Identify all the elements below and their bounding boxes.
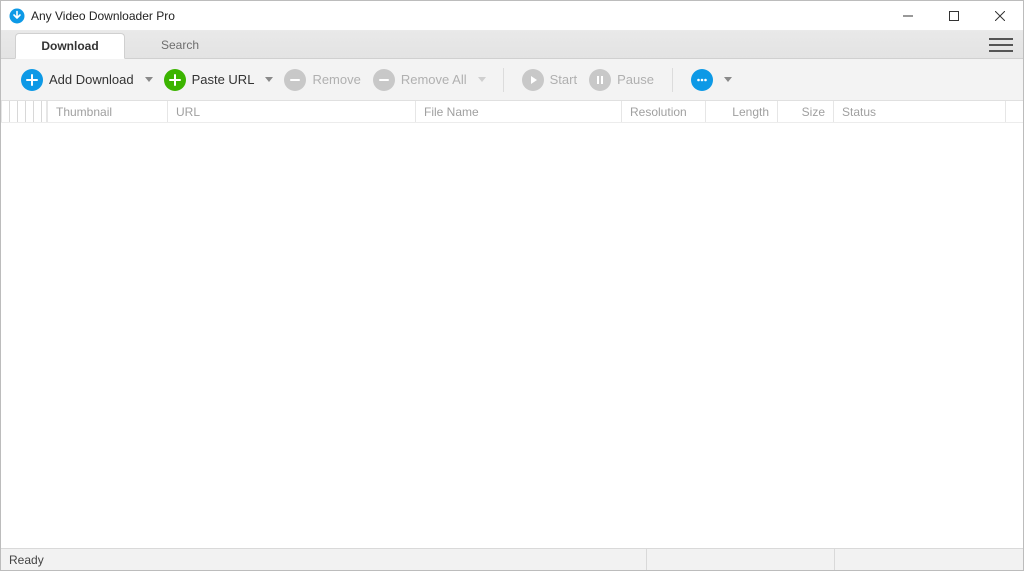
app-title: Any Video Downloader Pro bbox=[31, 9, 175, 23]
column-resolution[interactable]: Resolution bbox=[621, 101, 705, 122]
column-thumbnail[interactable]: Thumbnail bbox=[47, 101, 167, 122]
start-label: Start bbox=[550, 72, 577, 87]
column-headers: Thumbnail URL File Name Resolution Lengt… bbox=[1, 101, 1023, 123]
tab-search[interactable]: Search bbox=[125, 32, 235, 58]
paste-url-dropdown[interactable] bbox=[262, 65, 276, 95]
column-size[interactable]: Size bbox=[777, 101, 833, 122]
paste-url-button[interactable]: Paste URL bbox=[160, 65, 259, 95]
status-text: Ready bbox=[9, 553, 44, 567]
app-window: Any Video Downloader Pro Download Search bbox=[0, 0, 1024, 571]
pause-button[interactable]: Pause bbox=[585, 65, 658, 95]
title-bar: Any Video Downloader Pro bbox=[1, 1, 1023, 31]
column-status[interactable]: Status bbox=[833, 101, 1005, 122]
add-download-button[interactable]: Add Download bbox=[17, 65, 138, 95]
remove-label: Remove bbox=[312, 72, 360, 87]
close-button[interactable] bbox=[977, 1, 1023, 31]
add-download-label: Add Download bbox=[49, 72, 134, 87]
app-icon bbox=[9, 8, 25, 24]
pause-icon bbox=[589, 69, 611, 91]
menu-button[interactable] bbox=[989, 35, 1013, 55]
add-download-dropdown[interactable] bbox=[142, 65, 156, 95]
column-tail bbox=[1005, 101, 1023, 122]
status-bar: Ready bbox=[1, 548, 1023, 570]
paste-url-label: Paste URL bbox=[192, 72, 255, 87]
status-slot-2 bbox=[835, 549, 1023, 570]
remove-button[interactable]: Remove bbox=[280, 65, 364, 95]
column-size-label: Size bbox=[802, 105, 825, 119]
tab-download[interactable]: Download bbox=[15, 33, 125, 59]
toolbar-separator bbox=[503, 68, 504, 92]
more-icon bbox=[691, 69, 713, 91]
status-text-cell: Ready bbox=[1, 549, 647, 570]
toolbar: Add Download Paste URL Remove Remove All bbox=[1, 59, 1023, 101]
tab-strip: Download Search bbox=[1, 31, 1023, 59]
column-thumbnail-label: Thumbnail bbox=[56, 105, 112, 119]
status-slot-1 bbox=[647, 549, 835, 570]
column-length-label: Length bbox=[732, 105, 769, 119]
remove-all-button[interactable]: Remove All bbox=[369, 65, 471, 95]
column-length[interactable]: Length bbox=[705, 101, 777, 122]
minimize-button[interactable] bbox=[885, 1, 931, 31]
minus-icon bbox=[373, 69, 395, 91]
plus-icon bbox=[164, 69, 186, 91]
toolbar-separator bbox=[672, 68, 673, 92]
pause-label: Pause bbox=[617, 72, 654, 87]
more-dropdown[interactable] bbox=[721, 65, 735, 95]
plus-icon bbox=[21, 69, 43, 91]
column-filename[interactable]: File Name bbox=[415, 101, 621, 122]
column-status-label: Status bbox=[842, 105, 876, 119]
remove-all-dropdown[interactable] bbox=[475, 65, 489, 95]
column-resolution-label: Resolution bbox=[630, 105, 687, 119]
play-icon bbox=[522, 69, 544, 91]
tab-download-label: Download bbox=[41, 39, 98, 53]
column-filename-label: File Name bbox=[424, 105, 479, 119]
maximize-button[interactable] bbox=[931, 1, 977, 31]
more-button[interactable] bbox=[687, 65, 717, 95]
tab-search-label: Search bbox=[161, 38, 199, 52]
column-url[interactable]: URL bbox=[167, 101, 415, 122]
remove-all-label: Remove All bbox=[401, 72, 467, 87]
row-handle-column[interactable] bbox=[1, 101, 47, 122]
download-list[interactable] bbox=[1, 123, 1023, 548]
minus-icon bbox=[284, 69, 306, 91]
column-url-label: URL bbox=[176, 105, 200, 119]
start-button[interactable]: Start bbox=[518, 65, 581, 95]
